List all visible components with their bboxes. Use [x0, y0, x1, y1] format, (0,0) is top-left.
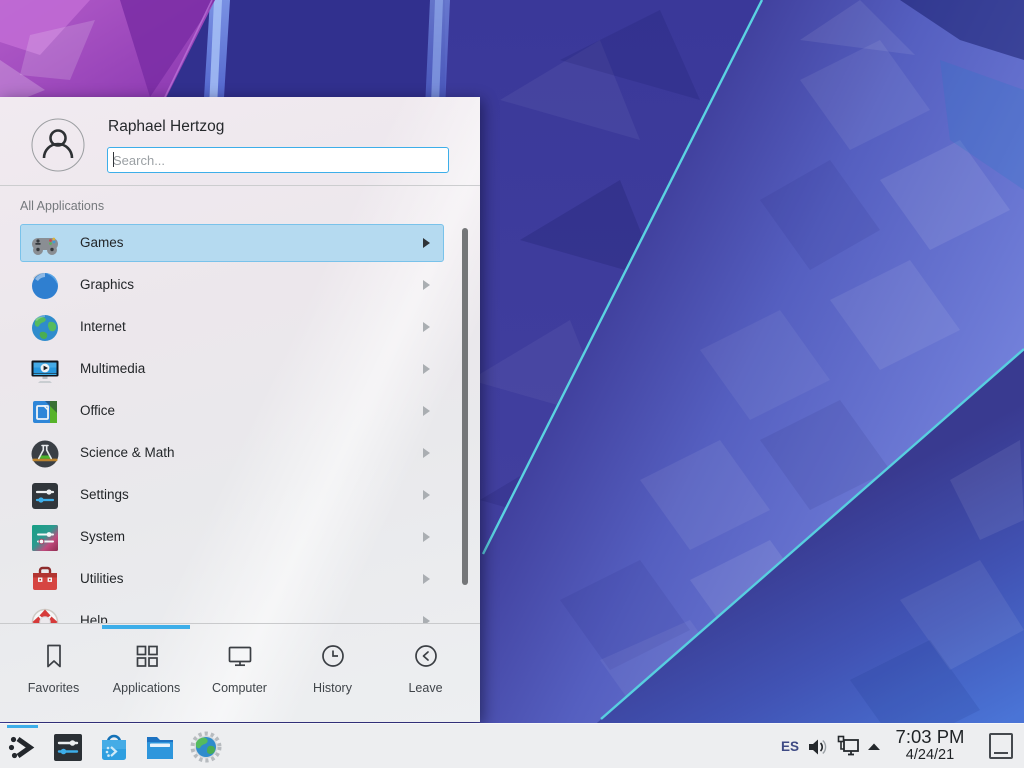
discover-icon — [97, 730, 131, 764]
utilities-icon — [29, 564, 61, 596]
list-scrollbar[interactable] — [462, 228, 468, 585]
network-icon — [835, 734, 861, 760]
graphics-icon — [29, 270, 61, 302]
tab-label: History — [286, 681, 379, 695]
submenu-arrow-icon — [423, 280, 430, 290]
web-browser-button[interactable] — [187, 728, 225, 766]
tab-label: Leave — [379, 681, 472, 695]
tab-label: Applications — [100, 681, 193, 695]
category-item-science[interactable]: Science & Math — [20, 434, 444, 472]
keyboard-layout-indicator[interactable]: ES — [775, 724, 805, 768]
applications-icon — [133, 642, 161, 675]
clock-date: 4/24/21 — [890, 747, 970, 764]
games-icon — [29, 228, 61, 260]
category-label: Internet — [80, 319, 126, 334]
submenu-arrow-icon — [423, 532, 430, 542]
expand-tray-button[interactable] — [862, 724, 886, 768]
system-icon — [29, 522, 61, 554]
category-item-system[interactable]: System — [20, 518, 444, 556]
volume-button[interactable] — [804, 724, 830, 768]
favorites-icon — [40, 642, 68, 675]
search-input[interactable] — [107, 147, 449, 173]
tab-history[interactable]: History — [286, 628, 379, 722]
category-item-utilities[interactable]: Utilities — [20, 560, 444, 598]
user-name: Raphael Hertzog — [108, 118, 224, 136]
submenu-arrow-icon — [423, 490, 430, 500]
show-desktop-button[interactable] — [989, 733, 1013, 759]
submenu-arrow-icon — [423, 406, 430, 416]
text-cursor — [113, 152, 114, 167]
submenu-arrow-icon — [423, 616, 430, 623]
computer-icon — [226, 642, 254, 675]
submenu-arrow-icon — [423, 364, 430, 374]
history-icon — [319, 642, 347, 675]
multimedia-icon — [29, 354, 61, 386]
help-icon — [29, 606, 61, 623]
file-manager-button[interactable] — [141, 728, 179, 766]
tab-computer[interactable]: Computer — [193, 628, 286, 722]
digital-clock[interactable]: 7:03 PM 4/24/21 — [890, 726, 970, 764]
web-browser-icon — [189, 730, 223, 764]
kde-launcher-icon — [5, 730, 39, 764]
internet-icon — [29, 312, 61, 344]
category-label: System — [80, 529, 125, 544]
category-label: Settings — [80, 487, 129, 502]
tab-applications[interactable]: Applications — [100, 628, 193, 722]
taskbar: ES 7:03 PM 4/24/21 — [0, 723, 1024, 768]
header-separator — [0, 185, 480, 186]
submenu-arrow-icon — [423, 448, 430, 458]
user-avatar[interactable] — [31, 118, 85, 177]
office-icon — [29, 396, 61, 428]
category-label: Help — [80, 613, 108, 623]
expand-tray-icon — [866, 739, 882, 755]
footer-separator — [0, 623, 480, 624]
network-button[interactable] — [833, 724, 863, 768]
settings-icon — [29, 480, 61, 512]
category-label: Science & Math — [80, 445, 175, 460]
category-label: Games — [80, 235, 124, 250]
tab-label: Favorites — [7, 681, 100, 695]
system-settings-icon — [51, 730, 85, 764]
clock-time: 7:03 PM — [890, 726, 970, 747]
category-item-office[interactable]: Office — [20, 392, 444, 430]
category-item-settings[interactable]: Settings — [20, 476, 444, 514]
tab-leave[interactable]: Leave — [379, 628, 472, 722]
folder-icon — [143, 730, 177, 764]
tab-favorites[interactable]: Favorites — [7, 628, 100, 722]
submenu-arrow-icon — [423, 238, 430, 248]
discover-button[interactable] — [95, 728, 133, 766]
application-launcher-button[interactable] — [3, 728, 41, 766]
launcher-tabbar: Favorites Applications — [0, 628, 480, 722]
category-item-multimedia[interactable]: Multimedia — [20, 350, 444, 388]
category-label: Office — [80, 403, 115, 418]
category-label: Graphics — [80, 277, 134, 292]
system-settings-button[interactable] — [49, 728, 87, 766]
category-item-internet[interactable]: Internet — [20, 308, 444, 346]
category-label: Utilities — [80, 571, 124, 586]
category-list: Games Graphics — [0, 222, 480, 623]
volume-icon — [806, 736, 828, 758]
category-item-help[interactable]: Help — [20, 602, 444, 623]
application-launcher-popup: Raphael Hertzog All Applications G — [0, 97, 480, 722]
category-item-graphics[interactable]: Graphics — [20, 266, 444, 304]
submenu-arrow-icon — [423, 322, 430, 332]
section-label: All Applications — [20, 199, 104, 213]
desktop: Raphael Hertzog All Applications G — [0, 0, 1024, 768]
category-label: Multimedia — [80, 361, 145, 376]
tab-label: Computer — [193, 681, 286, 695]
submenu-arrow-icon — [423, 574, 430, 584]
category-item-games[interactable]: Games — [20, 224, 444, 262]
science-icon — [29, 438, 61, 470]
leave-icon — [412, 642, 440, 675]
